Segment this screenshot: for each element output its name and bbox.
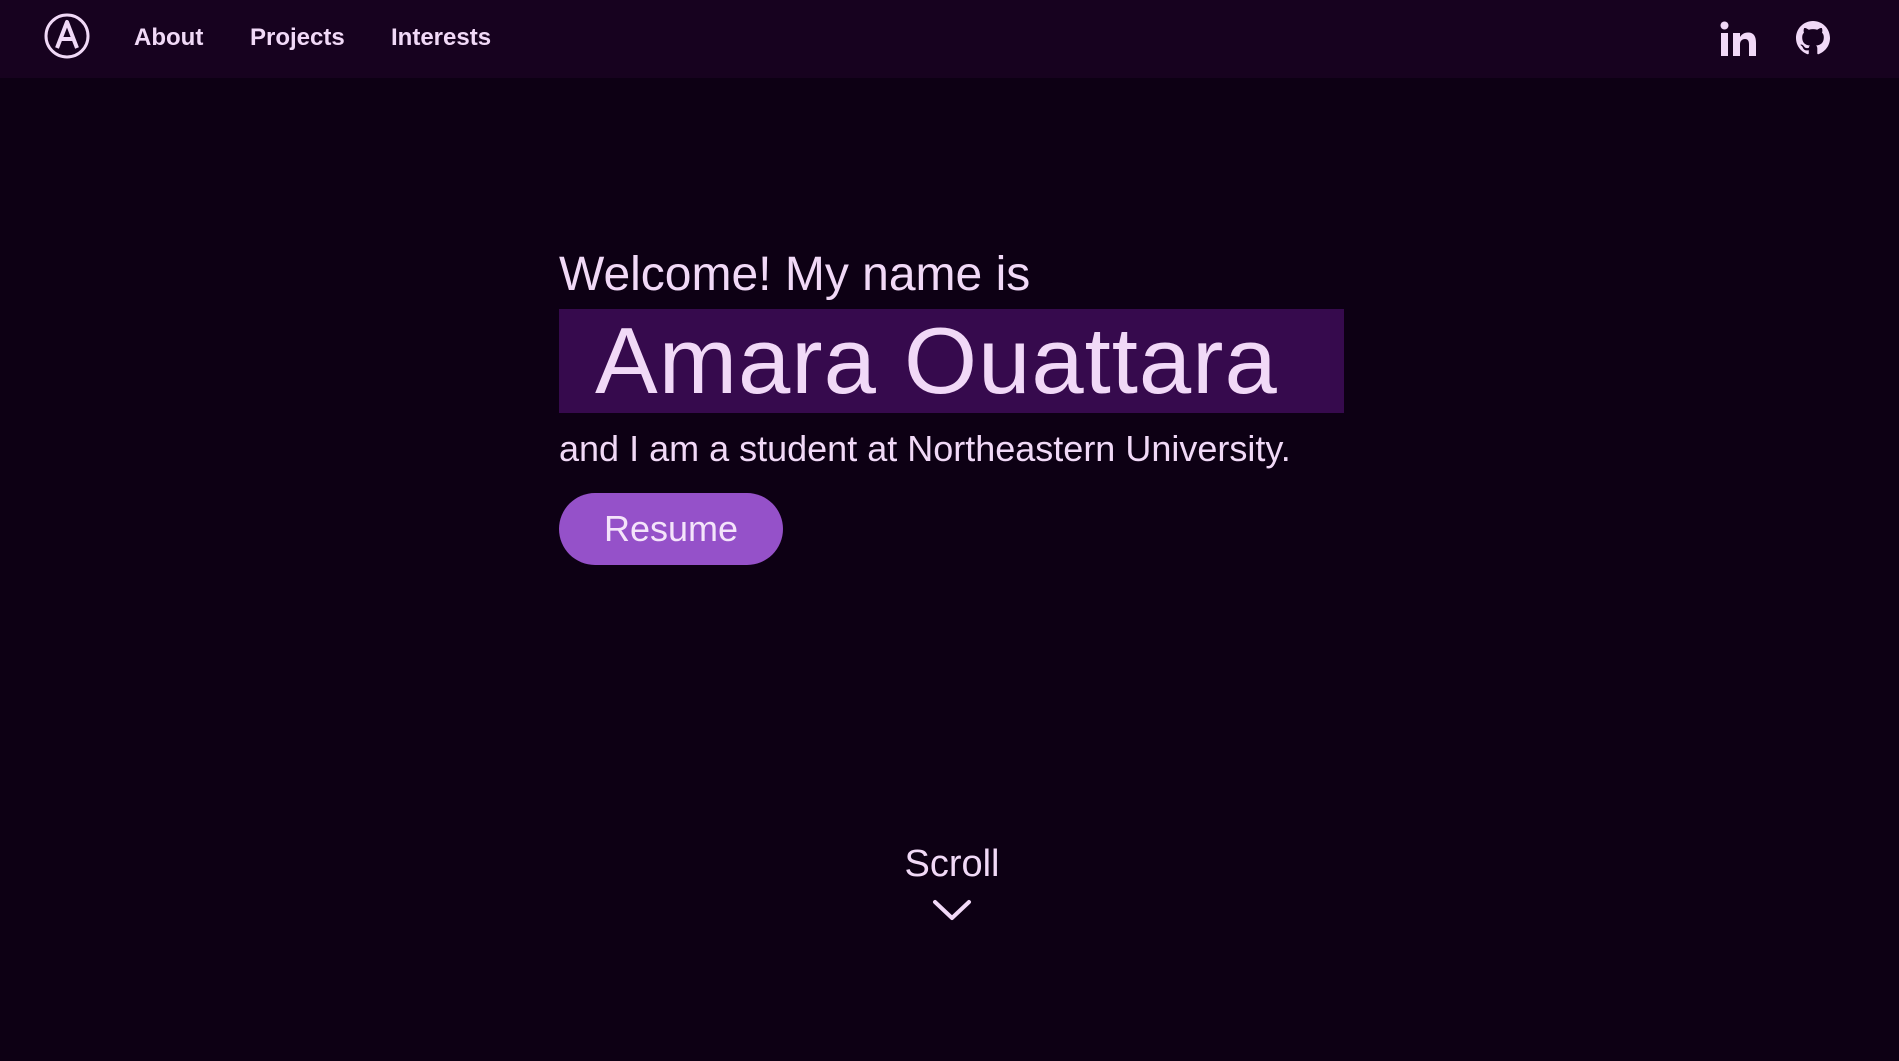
scroll-label: Scroll: [904, 843, 1000, 885]
a-monogram-logo-icon[interactable]: [42, 12, 92, 60]
nav-link-about[interactable]: About: [134, 23, 203, 53]
scroll-indicator[interactable]: Scroll: [852, 836, 1052, 922]
hero-greeting: Welcome! My name is: [559, 248, 1031, 301]
hero-name: Amara Ouattara: [595, 308, 1278, 413]
name-highlight: Amara Ouattara: [559, 309, 1344, 413]
nav-link-interests[interactable]: Interests: [391, 23, 491, 53]
resume-button[interactable]: Resume: [559, 493, 783, 565]
navbar: About Projects Interests: [0, 0, 1899, 78]
hero-tagline: and I am a student at Northeastern Unive…: [559, 428, 1291, 469]
nav-link-projects[interactable]: Projects: [250, 23, 345, 53]
github-icon[interactable]: [1793, 18, 1833, 60]
chevron-down-icon[interactable]: [932, 898, 972, 922]
linkedin-icon[interactable]: [1718, 18, 1758, 60]
